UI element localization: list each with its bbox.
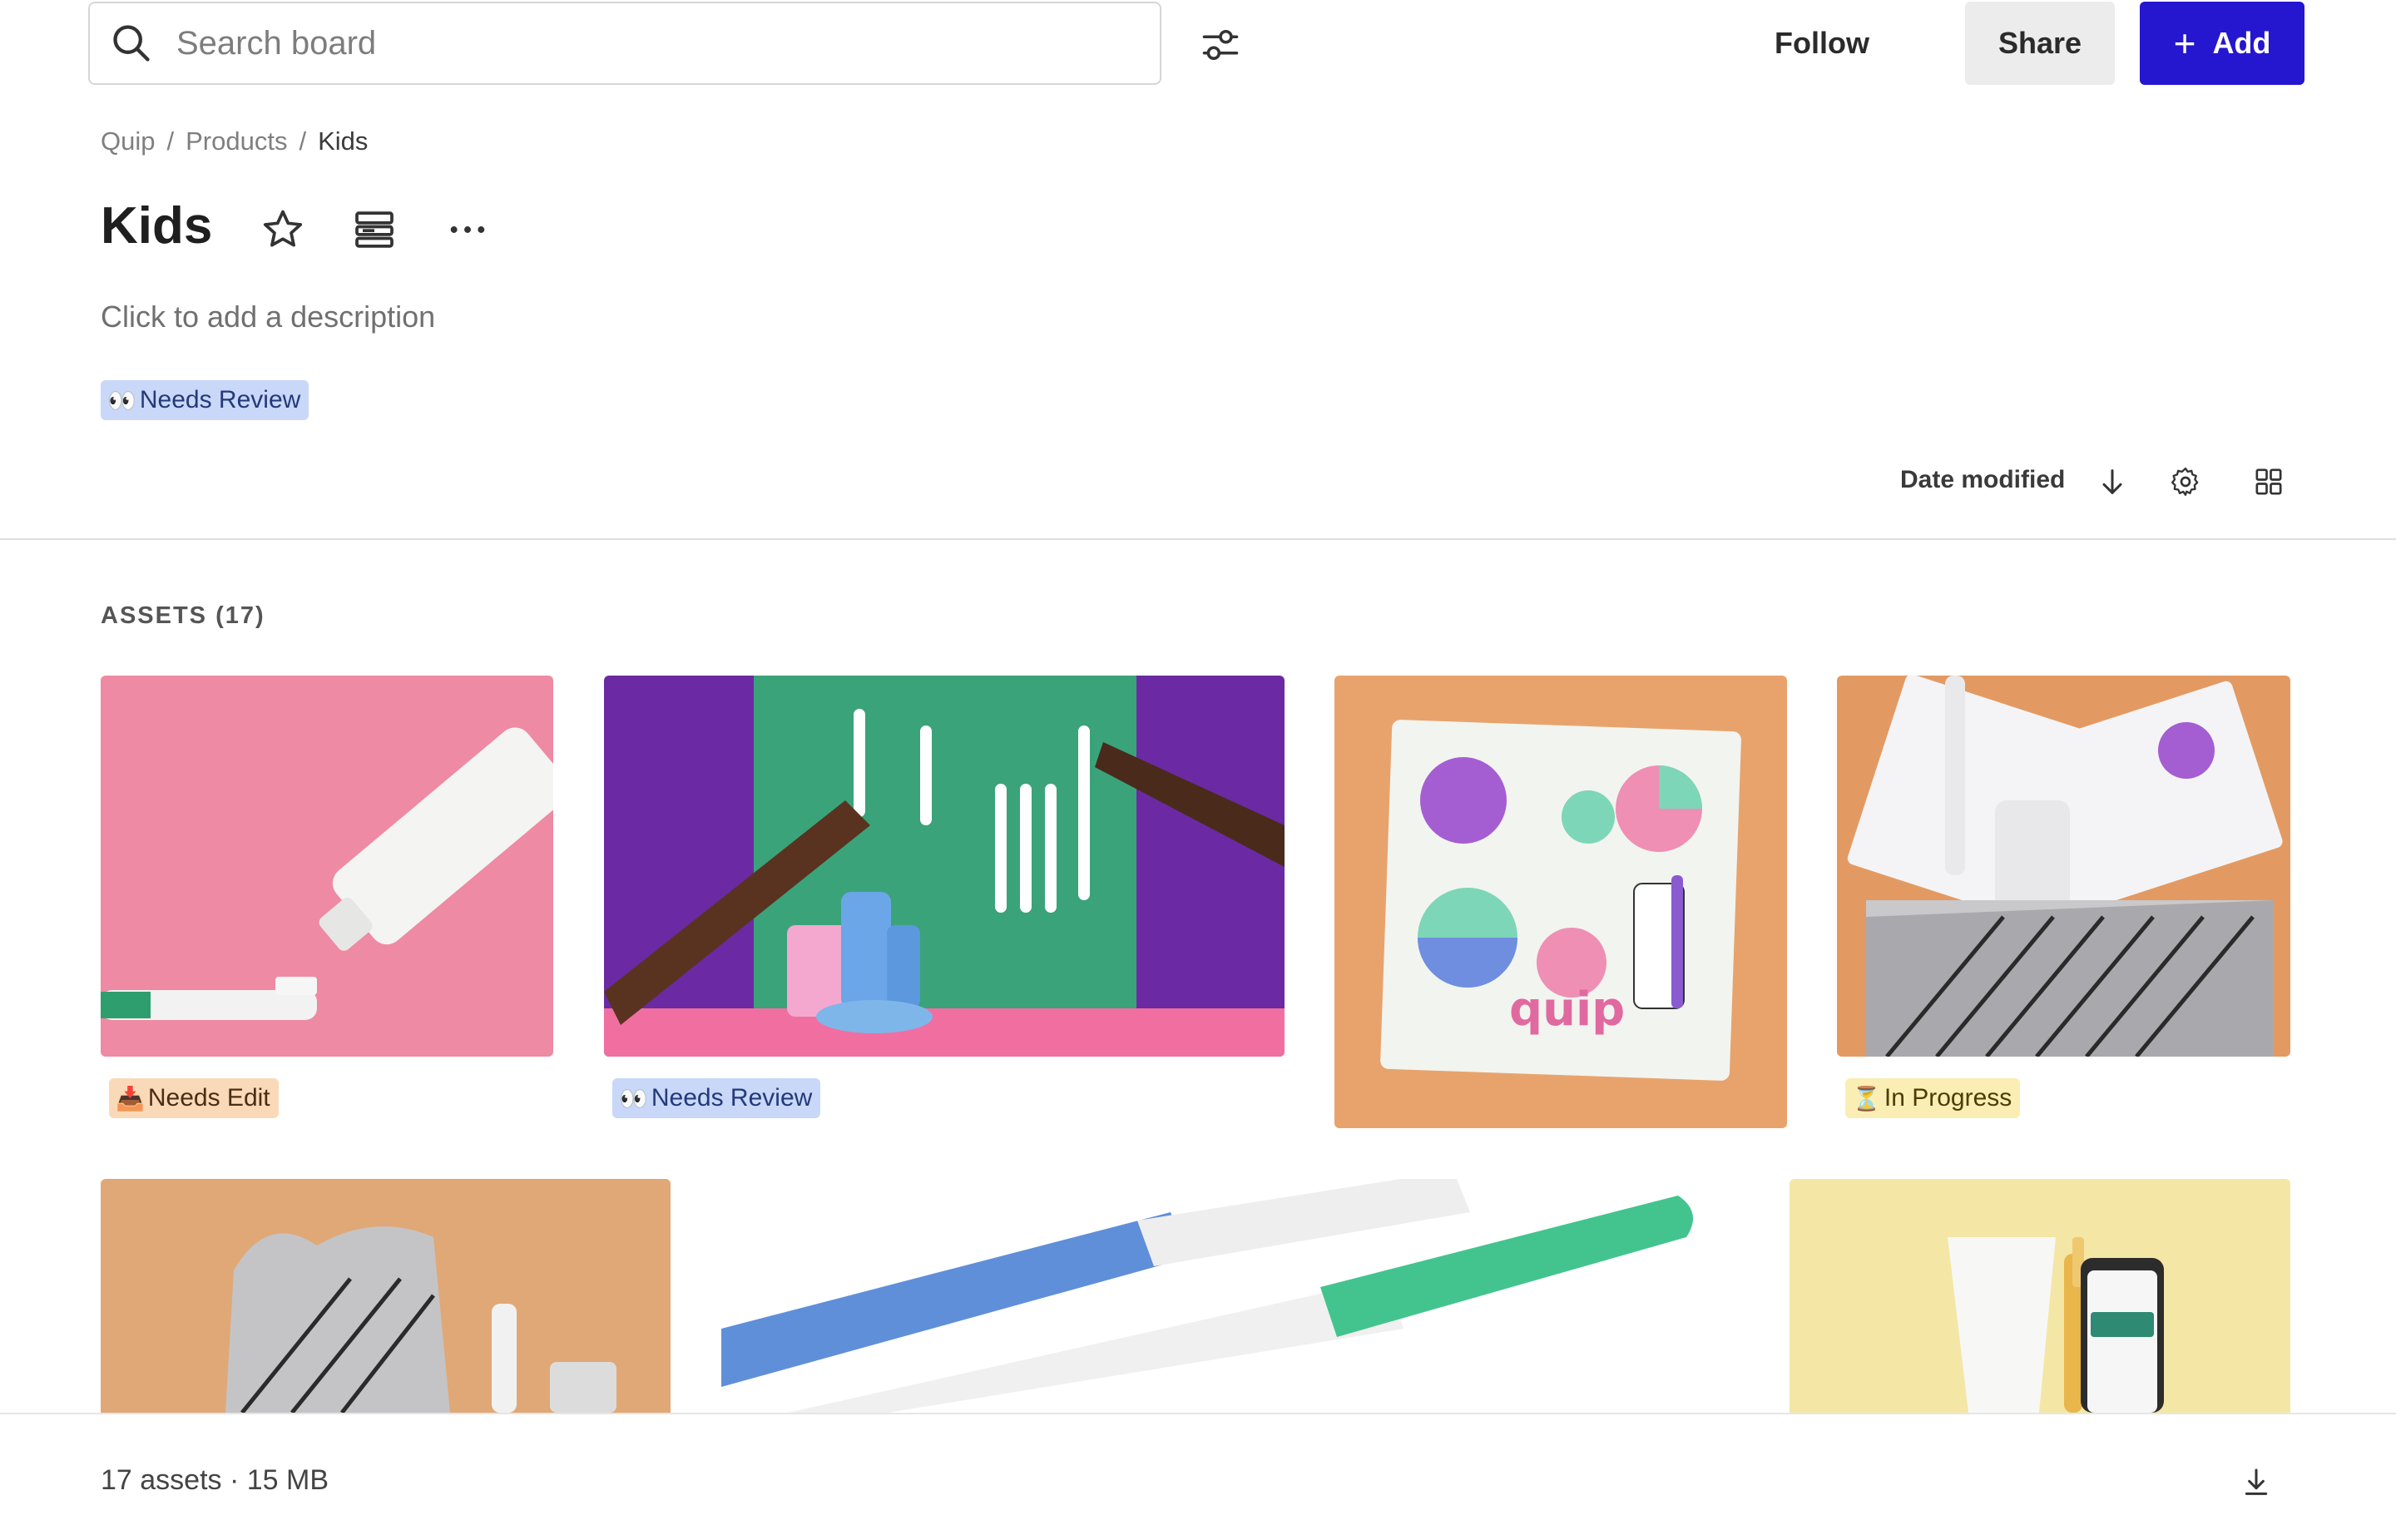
- more-horizontal-icon: [450, 226, 485, 233]
- asset-image: quip: [1334, 676, 1787, 1128]
- filter-button[interactable]: [1195, 20, 1246, 70]
- eyes-icon: 👀: [619, 1085, 648, 1112]
- board-status-badge[interactable]: 👀 Needs Review: [101, 380, 309, 420]
- more-options-button[interactable]: [441, 203, 494, 256]
- status-badge-label: Needs Edit: [147, 1084, 270, 1112]
- add-button[interactable]: + Add: [2140, 2, 2304, 85]
- asset-image: [604, 676, 1285, 1057]
- status-badge-label: Needs Review: [651, 1084, 813, 1112]
- star-icon: [263, 210, 303, 247]
- breadcrumb-item-products[interactable]: Products: [186, 126, 287, 156]
- grid-view-button[interactable]: [2246, 459, 2291, 504]
- sliders-icon: [1202, 29, 1239, 61]
- sort-by-button[interactable]: Date modified: [1900, 466, 2065, 494]
- breadcrumb-item-quip[interactable]: Quip: [101, 126, 155, 156]
- plus-icon: +: [2173, 22, 2196, 65]
- asset-thumbnail-pink-toothpaste[interactable]: [101, 676, 553, 1057]
- svg-text:quip: quip: [1509, 983, 1625, 1037]
- view-settings-button[interactable]: [2163, 459, 2208, 504]
- board-layout-button[interactable]: [348, 203, 401, 256]
- asset-image: [101, 1179, 671, 1413]
- asset-thumbnail-foil-pack[interactable]: [101, 1179, 671, 1413]
- asset-thumbnail-packaging-brush[interactable]: [1837, 676, 2290, 1057]
- sort-direction-button[interactable]: [2090, 459, 2135, 504]
- asset-image: [101, 676, 553, 1057]
- assets-heading: ASSETS (17): [101, 602, 265, 629]
- breadcrumb: Quip / Products / Kids: [101, 126, 368, 156]
- gear-icon: [2171, 468, 2199, 496]
- asset-status-badge[interactable]: ⏳ In Progress: [1845, 1078, 2021, 1118]
- grid-icon: [2255, 468, 2282, 495]
- asset-summary: 17 assets · 15 MB: [101, 1464, 329, 1496]
- arrow-down-icon: [2102, 469, 2122, 494]
- asset-status-badge[interactable]: 📥 Needs Edit: [109, 1078, 279, 1118]
- asset-thumbnail-purple-green-hands[interactable]: [604, 676, 1285, 1057]
- add-button-label: Add: [2212, 26, 2271, 60]
- asset-image: [721, 1179, 1754, 1413]
- status-badge-label: In Progress: [1884, 1084, 2012, 1112]
- search-icon: [113, 25, 150, 62]
- footer-bar: 17 assets · 15 MB: [0, 1413, 2396, 1540]
- header-divider: [0, 538, 2396, 540]
- breadcrumb-separator: /: [166, 126, 175, 156]
- asset-thumbnail-blue-green-toothbrushes[interactable]: [721, 1179, 1754, 1413]
- eyes-icon: 👀: [107, 387, 136, 413]
- asset-status-badge[interactable]: 👀 Needs Review: [612, 1078, 821, 1118]
- board-description[interactable]: Click to add a description: [101, 300, 435, 334]
- asset-image: [1790, 1179, 2290, 1413]
- favorite-button[interactable]: [256, 203, 309, 256]
- download-all-button[interactable]: [2235, 1461, 2278, 1504]
- asset-thumbnail-quip-sticker-sheet[interactable]: quip: [1334, 676, 1787, 1128]
- follow-button[interactable]: Follow: [1755, 2, 1889, 85]
- breadcrumb-separator: /: [299, 126, 307, 156]
- breadcrumb-item-kids: Kids: [318, 126, 369, 156]
- inbox-icon: 📥: [116, 1085, 145, 1112]
- layout-icon: [355, 211, 394, 248]
- hourglass-icon: ⏳: [1852, 1085, 1881, 1112]
- search-bar[interactable]: [88, 2, 1161, 85]
- status-badge-label: Needs Review: [139, 386, 301, 413]
- search-input[interactable]: [176, 24, 1092, 62]
- download-icon: [2245, 1468, 2268, 1495]
- asset-image: [1837, 676, 2290, 1057]
- page-title: Kids: [101, 197, 213, 255]
- share-button[interactable]: Share: [1965, 2, 2115, 85]
- asset-thumbnail-yellow-app[interactable]: [1790, 1179, 2290, 1413]
